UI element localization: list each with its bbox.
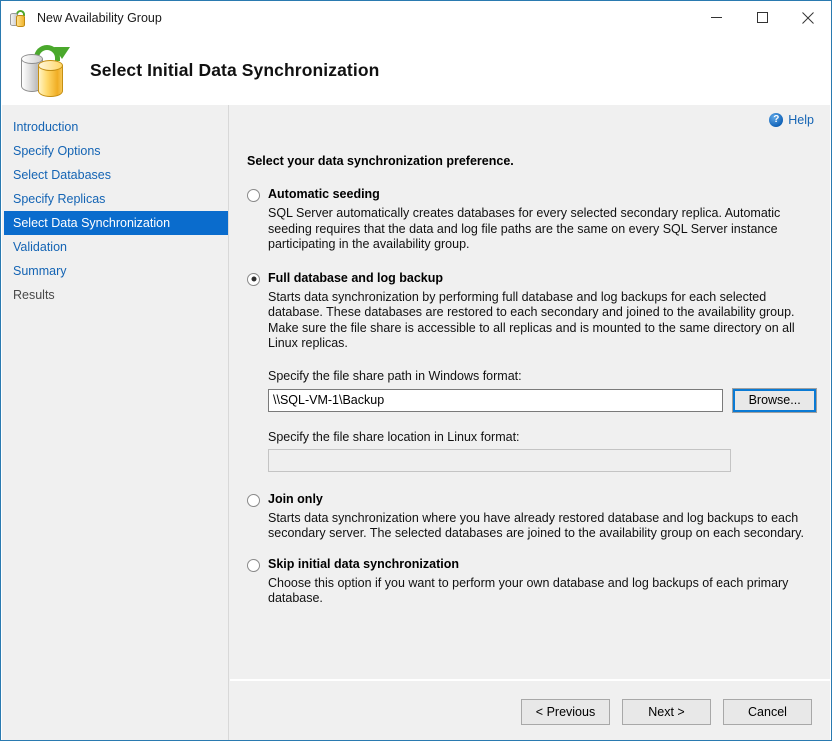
option-full-database-and-log-backup-header[interactable]: Full database and log backup — [247, 271, 817, 286]
option-join-only-description: Starts data synchronization where you ha… — [268, 511, 816, 542]
spacer — [247, 472, 817, 492]
database-cylinder-yellow — [16, 15, 25, 27]
option-skip-initial-data-synchronization-label: Skip initial data synchronization — [268, 557, 459, 572]
sidebar-item-specify-options[interactable]: Specify Options — [4, 139, 228, 163]
sidebar-item-select-data-synchronization[interactable]: Select Data Synchronization — [4, 211, 228, 235]
previous-button[interactable]: < Previous — [521, 699, 610, 725]
main-content-pane: ? Help Select your data synchronization … — [230, 105, 830, 740]
wizard-step-sidebar: Introduction Specify Options Select Data… — [4, 105, 229, 740]
window-title: New Availability Group — [37, 11, 162, 25]
maximize-button[interactable] — [739, 1, 785, 34]
linux-share-location-row — [268, 449, 817, 472]
page-title: Select Initial Data Synchronization — [90, 60, 379, 81]
option-full-database-and-log-backup-description: Starts data synchronization by performin… — [268, 290, 816, 352]
radio-full-database-and-log-backup[interactable] — [247, 273, 260, 286]
windows-share-path-input[interactable] — [268, 389, 723, 412]
radio-automatic-seeding[interactable] — [247, 189, 260, 202]
next-button[interactable]: Next > — [622, 699, 711, 725]
sidebar-item-specify-replicas[interactable]: Specify Replicas — [4, 187, 228, 211]
option-skip-initial-data-synchronization[interactable]: Skip initial data synchronization Choose… — [247, 557, 817, 607]
body-area: Introduction Specify Options Select Data… — [2, 105, 830, 740]
sync-arrow-head-icon — [54, 47, 70, 59]
maximize-icon — [757, 12, 768, 23]
minimize-icon — [711, 12, 722, 23]
option-join-only[interactable]: Join only Starts data synchronization wh… — [247, 492, 817, 542]
section-title: Select your data synchronization prefere… — [247, 154, 817, 168]
option-skip-initial-data-synchronization-description: Choose this option if you want to perfor… — [268, 576, 816, 607]
close-icon — [802, 12, 814, 24]
option-full-database-and-log-backup[interactable]: Full database and log backup Starts data… — [247, 271, 817, 472]
option-full-database-and-log-backup-label: Full database and log backup — [268, 271, 443, 286]
availability-group-icon — [9, 8, 29, 28]
option-skip-initial-data-synchronization-header[interactable]: Skip initial data synchronization — [247, 557, 817, 572]
minimize-button[interactable] — [693, 1, 739, 34]
option-automatic-seeding[interactable]: Automatic seeding SQL Server automatical… — [247, 187, 817, 253]
browse-button[interactable]: Browse... — [732, 388, 817, 413]
option-automatic-seeding-description: SQL Server automatically creates databas… — [268, 206, 816, 253]
database-cylinder-yellow-top — [38, 60, 63, 71]
help-link[interactable]: ? Help — [769, 113, 814, 127]
linux-share-location-input — [268, 449, 731, 472]
spacer — [247, 542, 817, 557]
title-bar: New Availability Group — [1, 1, 831, 35]
footer-buttons: < Previous Next > Cancel — [521, 699, 812, 725]
spacer — [247, 253, 817, 271]
content-body: Select your data synchronization prefere… — [247, 154, 817, 607]
option-automatic-seeding-header[interactable]: Automatic seeding — [247, 187, 817, 202]
option-join-only-label: Join only — [268, 492, 323, 507]
windows-share-path-row: Browse... — [268, 388, 817, 413]
page-header: Select Initial Data Synchronization — [2, 35, 830, 105]
sidebar-item-validation[interactable]: Validation — [4, 235, 228, 259]
help-label: Help — [788, 113, 814, 127]
sidebar-item-select-databases[interactable]: Select Databases — [4, 163, 228, 187]
database-sync-icon — [12, 39, 76, 101]
sidebar-item-results: Results — [4, 283, 228, 307]
option-automatic-seeding-label: Automatic seeding — [268, 187, 380, 202]
cancel-button[interactable]: Cancel — [723, 699, 812, 725]
sidebar-item-introduction[interactable]: Introduction — [4, 115, 228, 139]
footer-separator — [230, 679, 830, 681]
help-icon: ? — [769, 113, 783, 127]
sidebar-item-summary[interactable]: Summary — [4, 259, 228, 283]
close-button[interactable] — [785, 1, 831, 34]
linux-share-location-label: Specify the file share location in Linux… — [268, 430, 817, 444]
new-availability-group-window: New Availability Group — [0, 0, 832, 741]
radio-join-only[interactable] — [247, 494, 260, 507]
window-controls — [693, 1, 831, 34]
windows-share-path-label: Specify the file share path in Windows f… — [268, 369, 817, 383]
radio-skip-initial-data-synchronization[interactable] — [247, 559, 260, 572]
option-join-only-header[interactable]: Join only — [247, 492, 817, 507]
